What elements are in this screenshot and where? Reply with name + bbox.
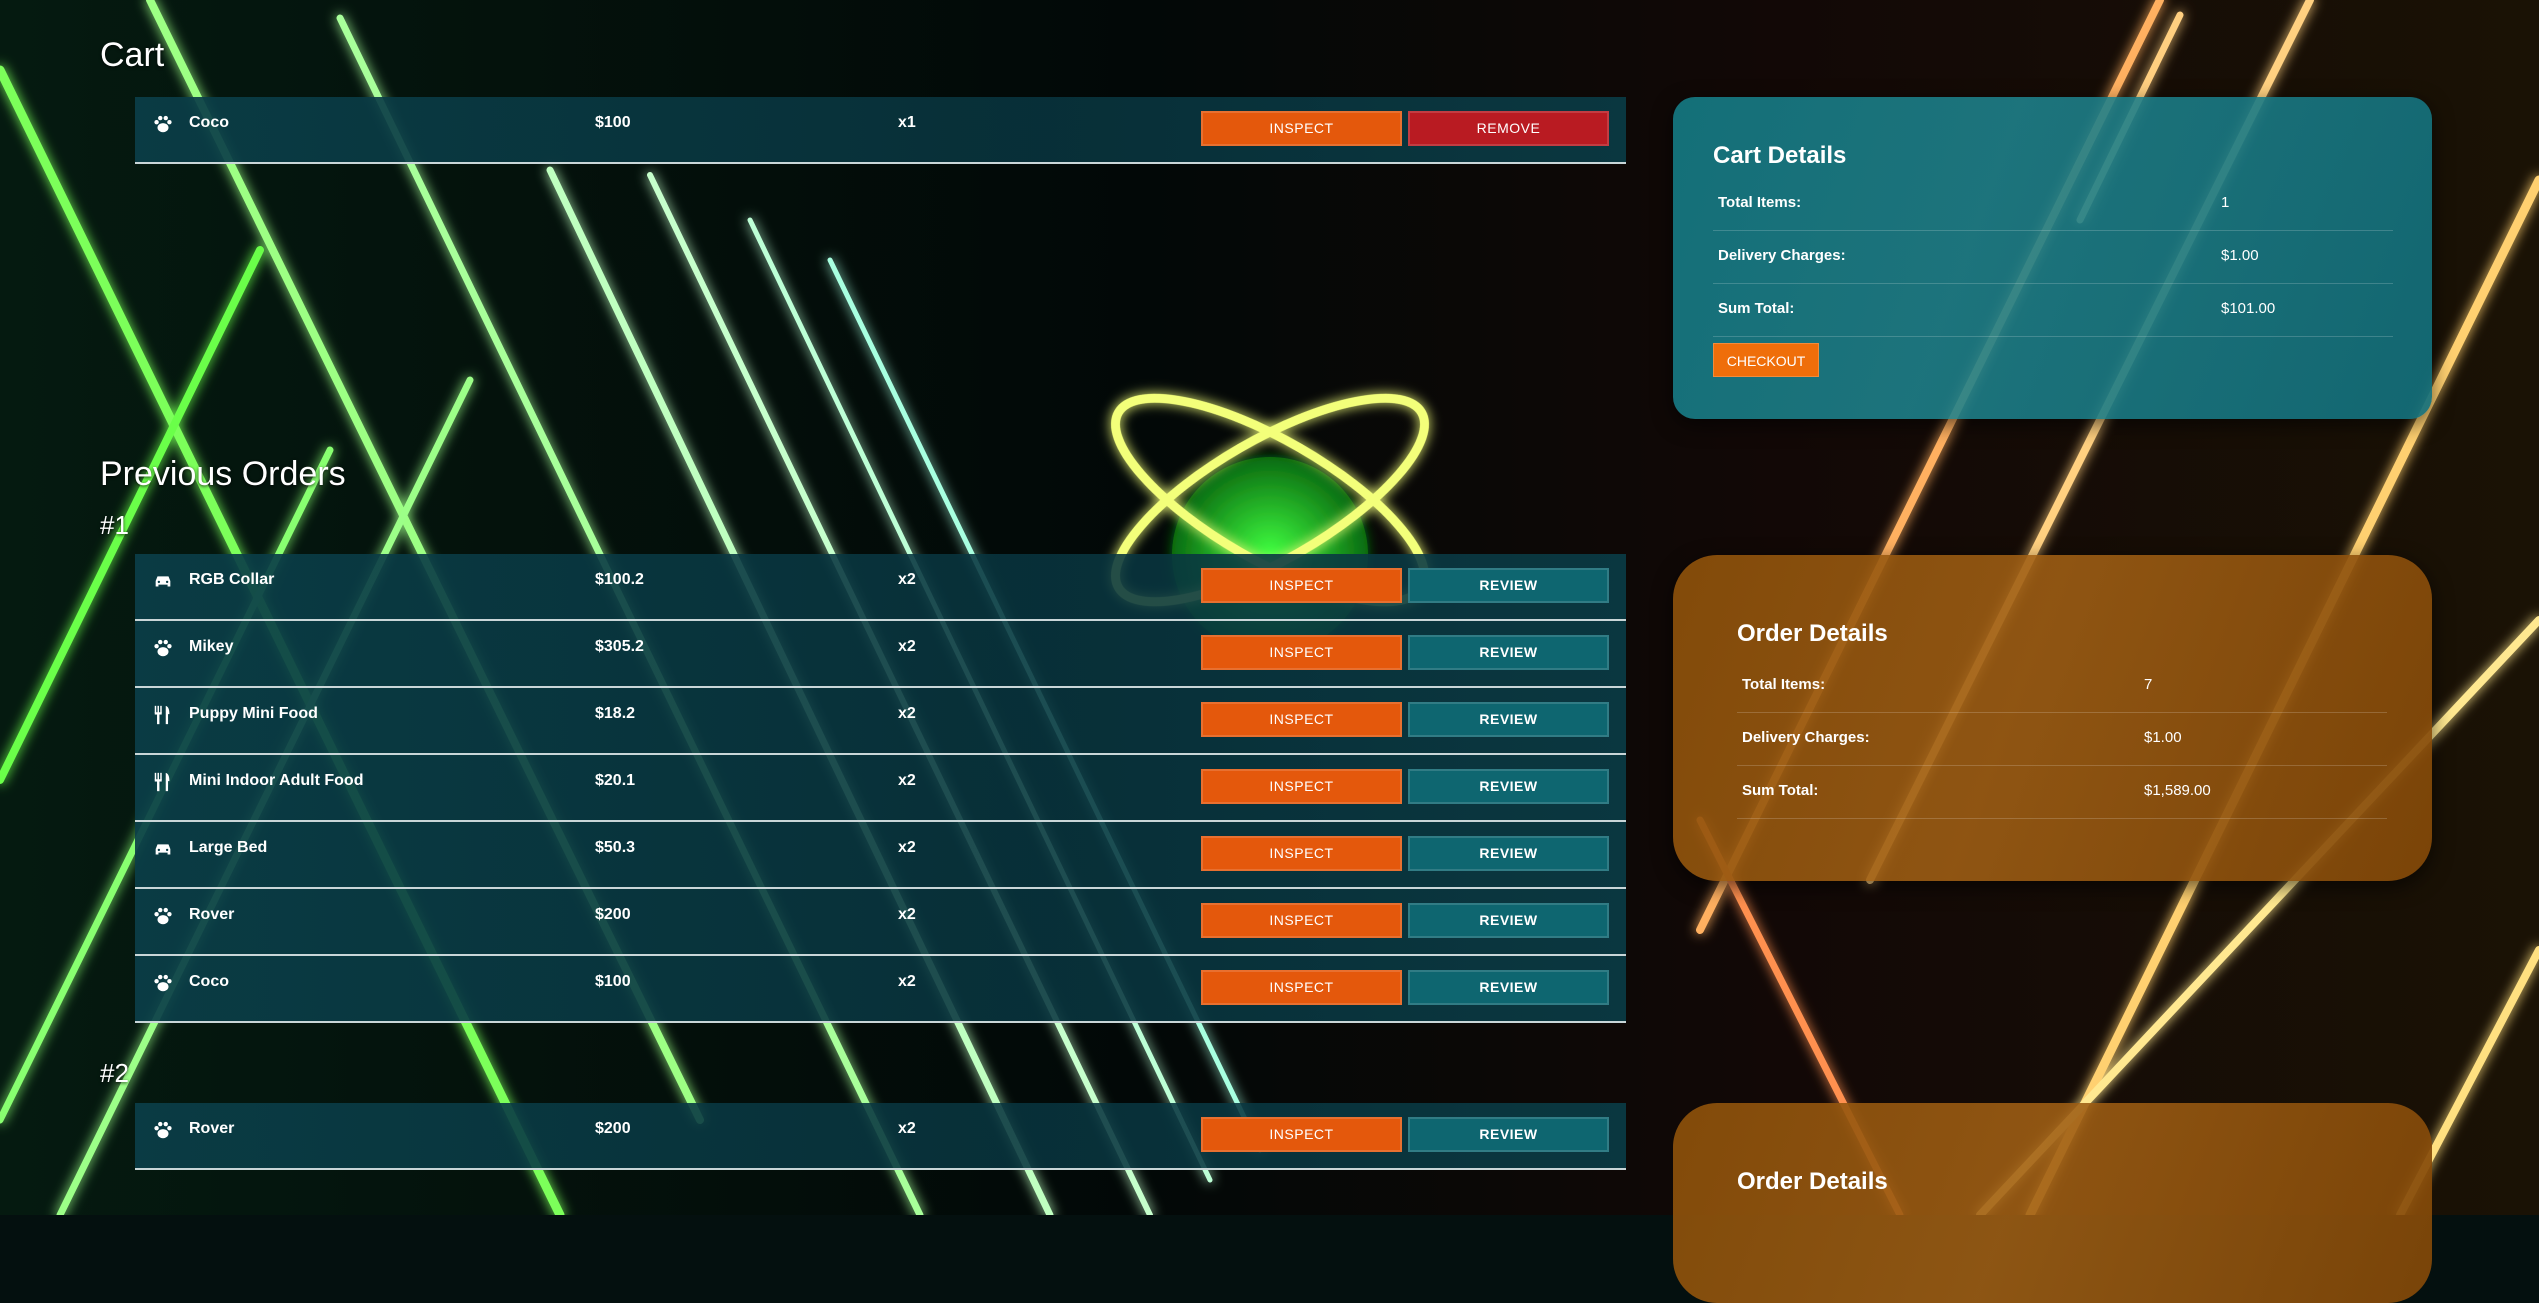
item-quantity: x1 (898, 114, 916, 131)
item-name: RGB Collar (189, 571, 275, 588)
item-price: $100 (595, 114, 631, 131)
inspect-button[interactable]: INSPECT (1201, 970, 1402, 1005)
cart-list: Coco $100 x1 INSPECT REMOVE (135, 97, 1626, 164)
detail-row-sum: Sum Total: $1,589.00 (1737, 766, 2387, 819)
order-details-panel: Order Details (1673, 1103, 2432, 1303)
detail-row-delivery: Delivery Charges: $1.00 (1737, 713, 2387, 766)
inspect-button[interactable]: INSPECT (1201, 769, 1402, 804)
car-icon (155, 844, 171, 855)
item-name: Mikey (189, 638, 234, 655)
item-price: $200 (595, 1120, 631, 1137)
item-name: Rover (189, 1120, 235, 1137)
item-price: $100.2 (595, 571, 644, 588)
car-icon (155, 576, 171, 587)
cart-details-panel: Cart Details Total Items: 1 Delivery Cha… (1673, 97, 2432, 419)
item-quantity: x2 (898, 638, 916, 655)
item-quantity: x2 (898, 705, 916, 722)
detail-value: $101.00 (2221, 300, 2276, 317)
item-quantity: x2 (898, 973, 916, 990)
detail-label: Sum Total: (1718, 300, 1795, 317)
detail-value: 7 (2144, 676, 2153, 693)
paw-icon (154, 907, 172, 925)
order-details-title: Order Details (1737, 620, 1888, 647)
inspect-button[interactable]: INSPECT (1201, 111, 1402, 146)
item-name: Mini Indoor Adult Food (189, 772, 364, 789)
item-name: Coco (189, 114, 229, 131)
checkout-button[interactable]: CHECKOUT (1713, 343, 1819, 377)
order-item: Mini Indoor Adult Food $20.1 x2 INSPECT … (135, 755, 1626, 822)
detail-row-total-items: Total Items: 7 (1737, 660, 2387, 713)
item-quantity: x2 (898, 772, 916, 789)
inspect-button[interactable]: INSPECT (1201, 903, 1402, 938)
item-quantity: x2 (898, 1120, 916, 1137)
review-button[interactable]: REVIEW (1408, 702, 1609, 737)
item-quantity: x2 (898, 839, 916, 856)
paw-icon (154, 115, 172, 133)
detail-value: $1.00 (2144, 729, 2182, 746)
item-price: $100 (595, 973, 631, 990)
detail-label: Sum Total: (1742, 782, 1819, 799)
order-item: Large Bed $50.3 x2 INSPECT REVIEW (135, 822, 1626, 889)
inspect-button[interactable]: INSPECT (1201, 568, 1402, 603)
review-button[interactable]: REVIEW (1408, 836, 1609, 871)
cart-details-title: Cart Details (1713, 142, 1847, 169)
paw-icon (154, 974, 172, 992)
order-details-title: Order Details (1737, 1168, 1888, 1195)
detail-label: Total Items: (1718, 194, 1802, 211)
order-details-panel: Order Details Total Items: 7 Delivery Ch… (1673, 555, 2432, 881)
order-2-list: Rover $200 x2 INSPECT REVIEW (135, 1103, 1626, 1170)
item-quantity: x2 (898, 571, 916, 588)
item-name: Coco (189, 973, 229, 990)
detail-row-sum: Sum Total: $101.00 (1713, 284, 2393, 337)
order-1-list: RGB Collar $100.2 x2 INSPECT REVIEW Mike… (135, 554, 1626, 1023)
order-item: Rover $200 x2 INSPECT REVIEW (135, 1103, 1626, 1170)
order-item: Puppy Mini Food $18.2 x2 INSPECT REVIEW (135, 688, 1626, 755)
inspect-button[interactable]: INSPECT (1201, 1117, 1402, 1152)
paw-icon (154, 1121, 172, 1139)
review-button[interactable]: REVIEW (1408, 635, 1609, 670)
detail-row-delivery: Delivery Charges: $1.00 (1713, 231, 2393, 284)
item-name: Large Bed (189, 839, 268, 856)
inspect-button[interactable]: INSPECT (1201, 635, 1402, 670)
order-item: Mikey $305.2 x2 INSPECT REVIEW (135, 621, 1626, 688)
previous-orders-heading: Previous Orders (100, 455, 346, 493)
detail-label: Delivery Charges: (1742, 729, 1870, 746)
detail-value: $1.00 (2221, 247, 2259, 264)
detail-label: Total Items: (1742, 676, 1826, 693)
item-price: $305.2 (595, 638, 644, 655)
remove-button[interactable]: REMOVE (1408, 111, 1609, 146)
review-button[interactable]: REVIEW (1408, 1117, 1609, 1152)
item-name: Rover (189, 906, 235, 923)
cart-item: Coco $100 x1 INSPECT REMOVE (135, 97, 1626, 164)
item-quantity: x2 (898, 906, 916, 923)
review-button[interactable]: REVIEW (1408, 970, 1609, 1005)
detail-value: 1 (2221, 194, 2230, 211)
detail-value: $1,589.00 (2144, 782, 2211, 799)
inspect-button[interactable]: INSPECT (1201, 702, 1402, 737)
utensils-icon (154, 772, 170, 792)
inspect-button[interactable]: INSPECT (1201, 836, 1402, 871)
detail-label: Delivery Charges: (1718, 247, 1846, 264)
utensils-icon (154, 705, 170, 725)
item-price: $50.3 (595, 839, 636, 856)
review-button[interactable]: REVIEW (1408, 568, 1609, 603)
item-price: $18.2 (595, 705, 636, 722)
order-item: RGB Collar $100.2 x2 INSPECT REVIEW (135, 554, 1626, 621)
cart-heading: Cart (100, 36, 165, 74)
item-price: $20.1 (595, 772, 636, 789)
order-number: #2 (100, 1058, 129, 1088)
order-number: #1 (100, 510, 129, 540)
order-item: Rover $200 x2 INSPECT REVIEW (135, 889, 1626, 956)
item-name: Puppy Mini Food (189, 705, 318, 722)
paw-icon (154, 639, 172, 657)
detail-row-total-items: Total Items: 1 (1713, 178, 2393, 231)
item-price: $200 (595, 906, 631, 923)
review-button[interactable]: REVIEW (1408, 769, 1609, 804)
review-button[interactable]: REVIEW (1408, 903, 1609, 938)
order-item: Coco $100 x2 INSPECT REVIEW (135, 956, 1626, 1023)
